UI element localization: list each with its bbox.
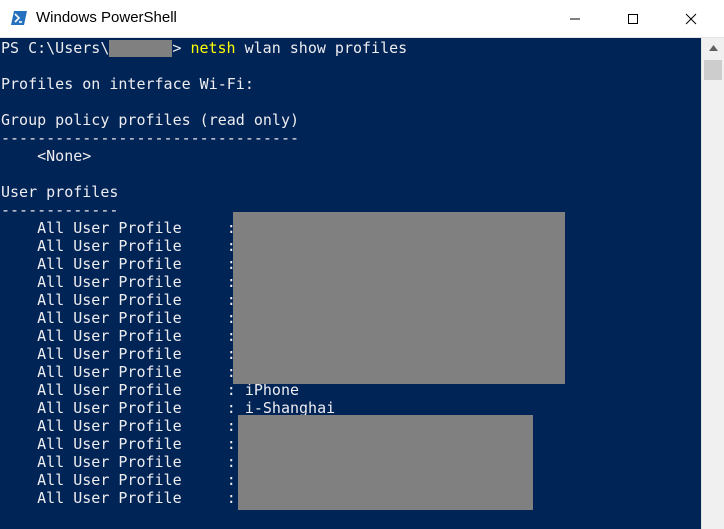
close-button[interactable]: [668, 0, 714, 37]
user-profiles-header: User profiles: [1, 183, 119, 201]
redacted-profiles-block: [238, 415, 533, 510]
profile-line: All User Profile :: [1, 453, 236, 471]
command-name: netsh: [190, 39, 236, 57]
profile-label: All User Profile :: [1, 381, 236, 399]
scroll-up-button[interactable]: [702, 38, 724, 58]
profile-label: All User Profile :: [1, 399, 236, 417]
window-title: Windows PowerShell: [36, 9, 177, 26]
title-bar[interactable]: Windows PowerShell: [0, 0, 724, 38]
profile-line: All User Profile :: [1, 273, 236, 291]
group-policy-header: Group policy profiles (read only): [1, 111, 300, 129]
profile-line: All User Profile :: [1, 471, 236, 489]
command-args: wlan show profiles: [235, 39, 408, 57]
profile-line: All User Profile :: [1, 291, 236, 309]
prompt-prefix: PS C:\Users\: [1, 39, 110, 57]
profile-line: All User Profile :: [1, 237, 236, 255]
profile-line: All User Profile :: [1, 435, 236, 453]
close-icon: [685, 13, 697, 24]
console-output[interactable]: PS C:\Users\ > netsh wlan show profiles P…: [0, 38, 701, 529]
redacted-username: [109, 40, 172, 57]
profile-line: All User Profile :: [1, 345, 236, 363]
profile-line: All User Profile :: [1, 489, 236, 507]
profile-line: All User Profile :: [1, 327, 236, 345]
profile-line: All User Profile :: [1, 255, 236, 273]
profile-line: All User Profile :: [1, 219, 236, 237]
interface-line: Profiles on interface Wi-Fi:: [1, 75, 254, 93]
chevron-up-icon: [708, 45, 718, 51]
profile-line: All User Profile :: [1, 417, 236, 435]
maximize-icon: [628, 13, 638, 24]
minimize-button[interactable]: [552, 0, 598, 37]
group-policy-underline: ---------------------------------: [1, 129, 300, 147]
powershell-window: Windows PowerShell PS C:\Users\ > netsh w…: [0, 0, 724, 529]
prompt-suffix: >: [172, 39, 191, 57]
profile-line: All User Profile :: [1, 309, 236, 327]
redacted-profiles-block: [233, 212, 565, 384]
minimize-icon: [570, 18, 580, 19]
group-policy-none: <None>: [1, 147, 92, 165]
powershell-icon: [11, 11, 27, 25]
scroll-thumb[interactable]: [704, 60, 722, 80]
profile-line: All User Profile :: [1, 363, 236, 381]
prompt-line: PS C:\Users\ > netsh wlan show profiles: [1, 39, 407, 57]
maximize-button[interactable]: [610, 0, 656, 37]
vertical-scrollbar[interactable]: [701, 38, 724, 529]
user-profiles-underline: -------------: [1, 201, 119, 219]
